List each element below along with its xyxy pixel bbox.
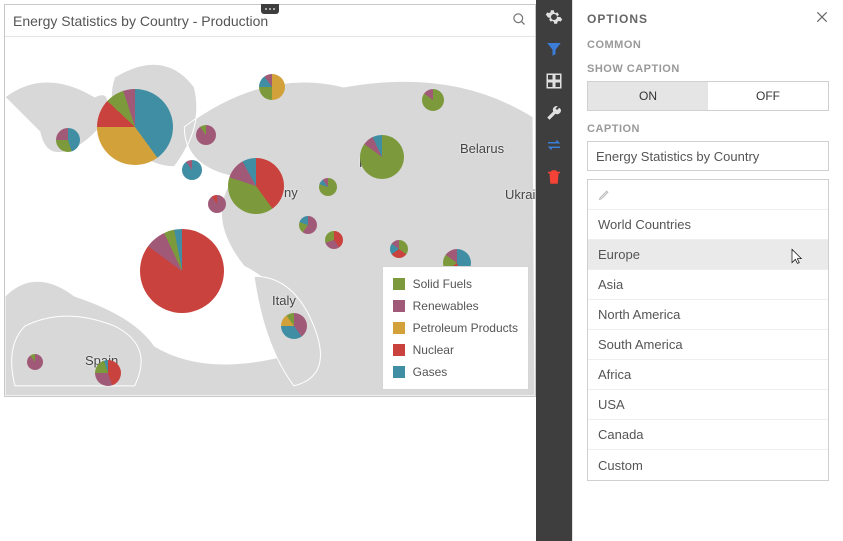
country-pie[interactable] [390, 240, 408, 258]
country-pie[interactable] [228, 158, 284, 214]
layout-icon[interactable] [543, 70, 565, 92]
legend-swatch [393, 322, 405, 334]
list-item[interactable]: Africa [588, 360, 828, 390]
legend-item: Solid Fuels [393, 273, 518, 295]
legend-item: Petroleum Products [393, 317, 518, 339]
cursor-icon [788, 247, 804, 268]
list-item-placeholder[interactable] [588, 180, 828, 210]
legend-label: Nuclear [413, 343, 454, 357]
trash-icon[interactable] [543, 166, 565, 188]
country-pie[interactable] [182, 160, 202, 180]
section-common-label: COMMON [587, 39, 829, 51]
widget-title: Energy Statistics by Country - Productio… [13, 13, 268, 29]
legend-swatch [393, 344, 405, 356]
show-caption-toggle: ON OFF [587, 81, 829, 111]
legend-item: Gases [393, 361, 518, 383]
close-icon[interactable] [815, 10, 829, 27]
legend-swatch [393, 278, 405, 290]
region-list: World CountriesEuropeAsiaNorth AmericaSo… [587, 179, 829, 481]
country-pie[interactable] [325, 231, 343, 249]
country-pie[interactable] [97, 89, 173, 165]
sidebar-tool-strip [536, 0, 572, 541]
legend-item: Nuclear [393, 339, 518, 361]
country-pie[interactable] [259, 74, 285, 100]
toggle-on-button[interactable]: ON [588, 82, 708, 110]
legend-label: Renewables [413, 299, 479, 313]
swap-icon[interactable] [543, 134, 565, 156]
section-caption-label: CAPTION [587, 123, 829, 135]
legend-label: Solid Fuels [413, 277, 472, 291]
country-pie[interactable] [281, 313, 307, 339]
country-pie[interactable] [56, 128, 80, 152]
legend-label: Gases [413, 365, 448, 379]
country-pie[interactable] [208, 195, 226, 213]
country-pie[interactable] [360, 135, 404, 179]
list-item[interactable]: Canada [588, 420, 828, 450]
options-title: OPTIONS [587, 12, 648, 26]
wrench-icon[interactable] [543, 102, 565, 124]
toggle-off-button[interactable]: OFF [708, 82, 828, 110]
country-pie[interactable] [196, 125, 216, 145]
funnel-icon[interactable] [543, 38, 565, 60]
list-item[interactable]: Asia [588, 270, 828, 300]
country-pie[interactable] [422, 89, 444, 111]
country-pie[interactable] [27, 354, 43, 370]
list-item[interactable]: USA [588, 390, 828, 420]
list-item[interactable]: North America [588, 300, 828, 330]
widget-header: Energy Statistics by Country - Productio… [5, 5, 535, 37]
map-widget: Energy Statistics by Country - Productio… [4, 4, 536, 397]
country-pie[interactable] [140, 229, 224, 313]
search-icon[interactable] [512, 12, 527, 30]
country-pie[interactable] [95, 360, 121, 386]
country-pie[interactable] [299, 216, 317, 234]
options-panel: OPTIONS COMMON SHOW CAPTION ON OFF CAPTI… [572, 0, 843, 541]
legend-swatch [393, 300, 405, 312]
legend-item: Renewables [393, 295, 518, 317]
gear-icon[interactable] [543, 6, 565, 28]
legend-swatch [393, 366, 405, 378]
section-show-caption-label: SHOW CAPTION [587, 63, 829, 75]
list-item[interactable]: Europe [588, 240, 828, 270]
map-canvas[interactable]: BelarusPolandnyUkraineeItalyRomaniaSpain… [5, 37, 535, 396]
list-item[interactable]: World Countries [588, 210, 828, 240]
caption-input[interactable] [587, 141, 829, 171]
list-item[interactable]: South America [588, 330, 828, 360]
legend-box: Solid Fuels Renewables Petroleum Products N… [382, 266, 529, 390]
list-item[interactable]: Custom [588, 450, 828, 480]
legend-label: Petroleum Products [413, 321, 518, 335]
country-pie[interactable] [319, 178, 337, 196]
pencil-icon [598, 188, 611, 201]
